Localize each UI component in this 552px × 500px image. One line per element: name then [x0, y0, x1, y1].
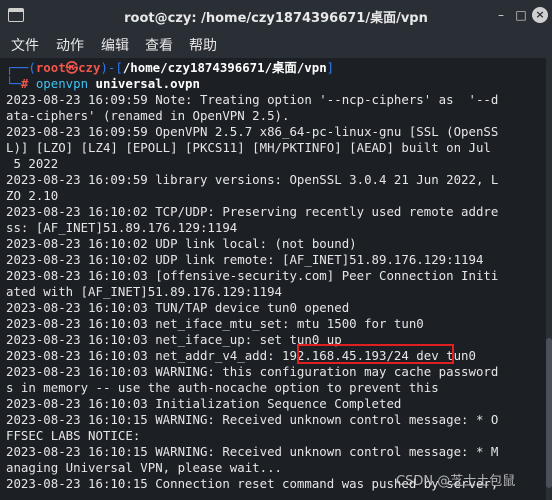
menu-action[interactable]: 动作 [56, 35, 84, 55]
menu-help[interactable]: 帮助 [189, 35, 217, 55]
output-line: ss: [AF_INET]51.89.176.129:1194 [6, 220, 238, 235]
output-line: 2023-08-23 16:10:03 net_iface_mtu_set: m… [6, 316, 424, 331]
output-line: ated with [AF_INET]51.89.176.129:1194 [6, 284, 283, 299]
output-line: s in memory -- use the auth-nocache opti… [6, 380, 439, 395]
output-line: 2023-08-23 16:10:15 WARNING: Received un… [6, 412, 499, 427]
output-line: 2023-08-23 16:10:02 UDP link local: (not… [6, 236, 357, 251]
prompt-close: ] [326, 60, 335, 75]
prompt-second: └─ [6, 76, 21, 91]
maximize-button[interactable]: □ [512, 6, 530, 24]
output-line: 5 2022 [6, 156, 59, 171]
output-line: 2023-08-23 16:09:59 library versions: Op… [6, 172, 499, 187]
output-line: ZO 2.10 [6, 188, 59, 203]
output-line: 2023-08-23 16:10:03 Initialization Seque… [6, 396, 402, 411]
command-argument: universal.ovpn [95, 76, 200, 91]
close-button[interactable]: × [532, 7, 548, 23]
prompt-hash: # [20, 76, 36, 91]
menu-bar: 文件 动作 编辑 查看 帮助 [0, 32, 552, 58]
output-line: 2023-08-23 16:10:03 TUN/TAP device tun0 … [6, 300, 350, 315]
output-line: anaging Universal VPN, please wait... [6, 460, 283, 475]
prompt-line-1: ┌──(root㉿czy)-[/home/czy1874396671/桌面/vp… [6, 60, 334, 76]
prompt-open: ┌──( [6, 60, 36, 75]
scrollbar[interactable] [546, 58, 552, 500]
output-line: 2023-08-23 16:09:59 OpenVPN 2.5.7 x86_64… [6, 124, 499, 139]
prompt-user-host: root㉿czy [35, 60, 101, 75]
menu-view[interactable]: 查看 [145, 35, 173, 55]
output-line: L)] [LZO] [LZ4] [EPOLL] [PKCS11] [MH/PKT… [6, 140, 491, 155]
scrollbar-thumb[interactable] [546, 338, 552, 488]
ip-address-highlight-box [297, 344, 454, 364]
output-line: 2023-08-23 16:10:02 UDP link remote: [AF… [6, 252, 484, 267]
minimize-button[interactable]: – [492, 6, 510, 24]
prompt-line-2: └─# openvpn universal.ovpn [6, 76, 200, 92]
output-line: 2023-08-23 16:10:03 [offensive-security.… [6, 268, 499, 283]
output-line: ata-ciphers' (renamed in OpenVPN 2.5). [6, 108, 290, 123]
menu-edit[interactable]: 编辑 [101, 35, 129, 55]
output-line: 2023-08-23 16:10:15 WARNING: Received un… [6, 444, 499, 459]
prompt-path: /home/czy1874396671/桌面/vpn [122, 60, 327, 75]
window-title: root@czy: /home/czy1874396671/桌面/vpn [124, 11, 428, 26]
output-line: 2023-08-23 16:10:03 WARNING: this config… [6, 364, 499, 379]
output-line: 2023-08-23 16:09:59 Note: Treating optio… [6, 92, 499, 107]
command-program: openvpn [35, 76, 96, 91]
output-line: 2023-08-23 16:10:02 TCP/UDP: Preserving … [6, 204, 499, 219]
watermark-text: CSDN @芝士土包鼠 [396, 474, 516, 489]
title-bar: root@czy: /home/czy1874396671/桌面/vpn – □… [0, 0, 552, 32]
terminal-output[interactable]: ┌──(root㉿czy)-[/home/czy1874396671/桌面/vp… [0, 58, 552, 500]
prompt-mid: )-[ [100, 60, 123, 75]
menu-file[interactable]: 文件 [11, 35, 39, 55]
output-line: 2023-08-23 16:10:03 net_iface_up: set tu… [6, 332, 342, 347]
output-line: FFSEC LABS NOTICE: [6, 428, 141, 443]
